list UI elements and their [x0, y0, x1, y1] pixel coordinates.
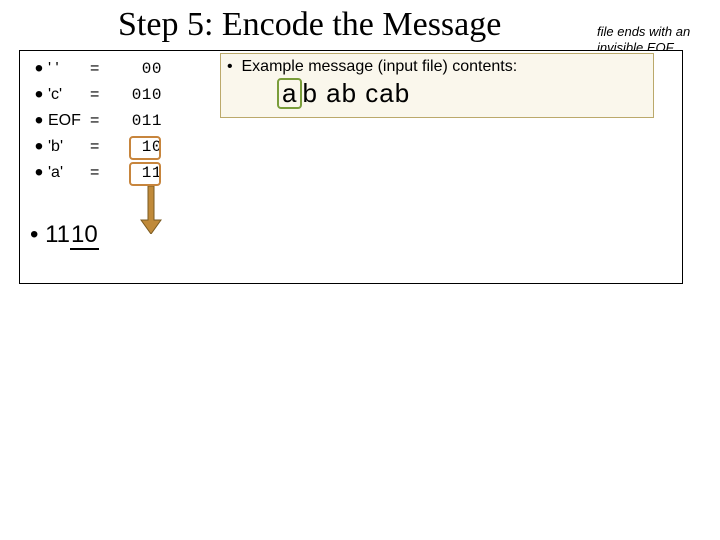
code-bits: 00: [112, 60, 162, 78]
highlight-bits-b: [129, 136, 161, 160]
bullet-icon: •: [30, 140, 48, 154]
code-symbol: 'b': [48, 138, 90, 156]
equals: =: [90, 60, 112, 78]
equals: =: [90, 112, 112, 130]
equals: =: [90, 164, 112, 182]
code-row-eof: • EOF = 011: [30, 108, 210, 134]
code-symbol: 'a': [48, 164, 90, 182]
bullet-icon: •: [30, 221, 38, 248]
bullet-icon: •: [227, 58, 233, 75]
bullet-icon: •: [30, 114, 48, 128]
code-row-a: • 'a' = 11: [30, 160, 210, 186]
slide-title: Step 5: Encode the Message: [118, 6, 501, 44]
bullet-icon: •: [30, 166, 48, 180]
example-box: • Example message (input file) contents:…: [220, 53, 654, 118]
content-frame: • ' ' = 00 • 'c' = 010 • EOF = 011 • 'b'…: [19, 50, 683, 284]
code-bits: 010: [112, 86, 162, 104]
example-header-text: Example message (input file) contents:: [242, 58, 518, 75]
code-symbol: 'c': [48, 86, 90, 104]
encoded-underlined: 10: [70, 221, 99, 250]
example-message-rest: b ab cab: [302, 78, 410, 108]
example-message: ab ab cab: [227, 76, 647, 109]
code-row-c: • 'c' = 010: [30, 82, 210, 108]
bullet-icon: •: [30, 62, 48, 76]
bullet-icon: •: [30, 88, 48, 102]
code-row-space: • ' ' = 00: [30, 56, 210, 82]
code-symbol: ' ': [48, 60, 90, 78]
highlight-bits-a: [129, 162, 161, 186]
code-row-b: • 'b' = 10: [30, 134, 210, 160]
example-header: • Example message (input file) contents:: [227, 58, 647, 76]
arrow-down-icon: [138, 186, 164, 234]
equals: =: [90, 86, 112, 104]
encoded-result: • 1110: [30, 221, 99, 249]
equals: =: [90, 138, 112, 156]
encoded-prefix: 11: [45, 221, 70, 248]
highlight-first-char: a: [277, 78, 302, 109]
code-bits: 011: [112, 112, 162, 130]
code-table: • ' ' = 00 • 'c' = 010 • EOF = 011 • 'b'…: [30, 56, 210, 186]
code-symbol: EOF: [48, 112, 90, 130]
